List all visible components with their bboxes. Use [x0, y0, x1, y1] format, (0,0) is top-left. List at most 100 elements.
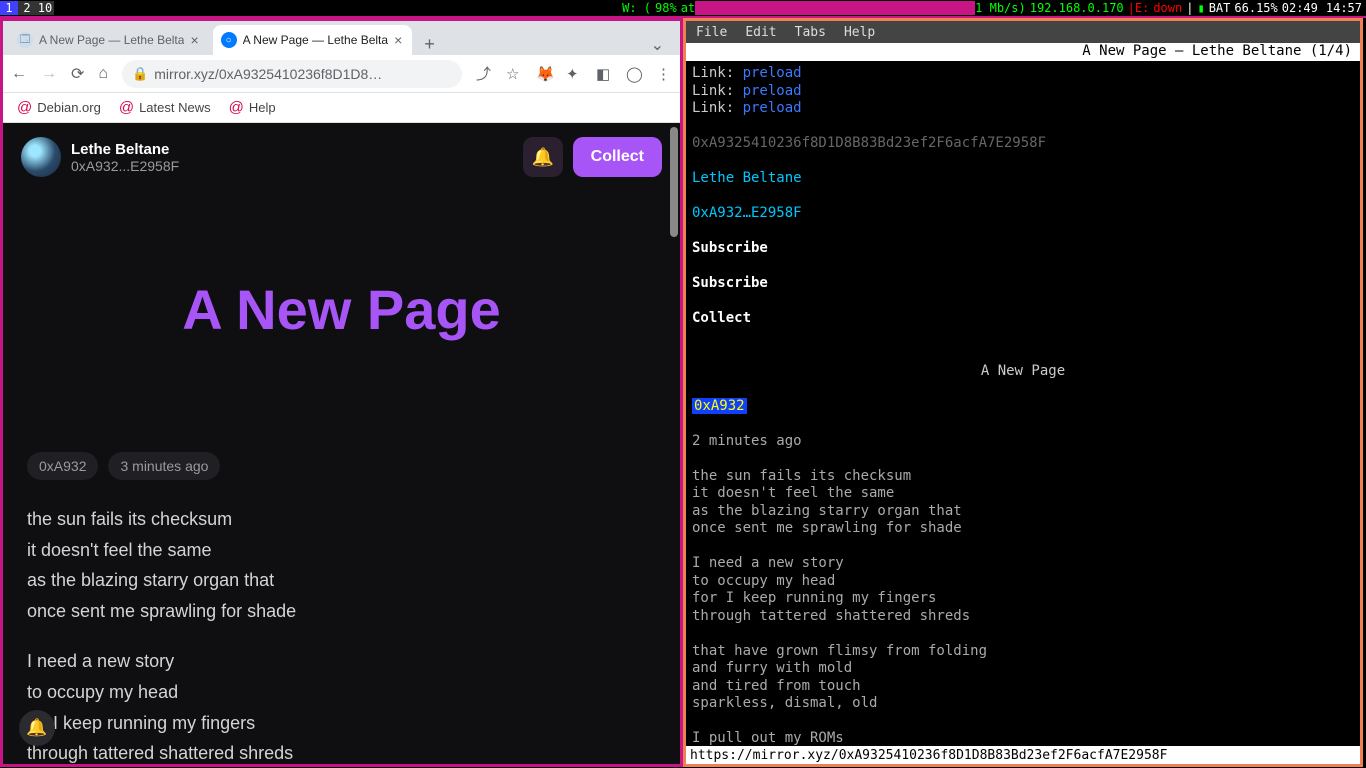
bell-icon: 🔔 [26, 718, 47, 738]
workspace-2[interactable]: 2 [18, 1, 36, 15]
scrollbar-thumb[interactable] [670, 127, 678, 237]
poem-line: and furry with mold [692, 660, 1354, 678]
reload-icon[interactable]: ⟳ [71, 64, 84, 84]
battery-pct: 66.15% [1234, 1, 1277, 15]
article-header: Lethe Beltane 0xA932...E2958F 🔔 Collect [3, 137, 680, 177]
debian-icon: @ [119, 99, 134, 116]
eth-label: |E: [1128, 1, 1150, 15]
ip-address: 192.168.0.170 [1030, 1, 1124, 15]
poem-line: as the blazing starry organ that [27, 565, 656, 596]
bookmarks-bar: @ Debian.org @ Latest News @ Help [3, 93, 680, 123]
workspace-10[interactable]: 10 [36, 1, 54, 15]
stanza: the sun fails its checksum it doesn't fe… [27, 504, 656, 626]
timestamp-chip: 3 minutes ago [108, 452, 220, 480]
wifi-pct: 98% [655, 1, 677, 15]
poem-line: for I keep running my fingers [692, 590, 1354, 608]
poem-line: it doesn't feel the same [692, 485, 1354, 503]
browser-tab-0[interactable]: 🗔 A New Page — Lethe Belta × [9, 25, 209, 55]
address-chip[interactable]: 0xA932 [27, 452, 98, 480]
menu-file[interactable]: File [696, 25, 727, 40]
poem-line: that have grown flimsy from folding [692, 643, 1354, 661]
poem-line: I pull out my ROMs [692, 730, 1354, 746]
sidepanel-icon[interactable]: ◧ [596, 65, 612, 83]
text-content[interactable]: Link: preload Link: preload Link: preloa… [686, 61, 1360, 746]
tab-dropdown-icon[interactable]: ⌄ [641, 35, 674, 55]
subscribe-text[interactable]: Subscribe [692, 275, 1354, 293]
eth-status: down [1153, 1, 1182, 15]
poem-line: to occupy my head [27, 677, 656, 708]
home-icon[interactable]: ⌂ [98, 65, 108, 83]
taskbar: 1 2 10 W: ( 98% at 1 Mb/s) 192.168.0.170… [0, 0, 1366, 18]
link-label: Link: [692, 100, 743, 116]
collect-text[interactable]: Collect [692, 310, 1354, 328]
divider: | [1186, 1, 1193, 15]
poem-line: once sent me sprawling for shade [692, 520, 1354, 538]
scrollbar[interactable] [668, 123, 680, 764]
avatar[interactable] [21, 137, 61, 177]
workspace-1[interactable]: 1 [0, 1, 18, 15]
bookmark-help[interactable]: @ Help [229, 99, 276, 116]
tab-strip: 🗔 A New Page — Lethe Belta × ○ A New Pag… [3, 21, 680, 55]
chromium-window: 🗔 A New Page — Lethe Belta × ○ A New Pag… [0, 18, 683, 767]
menu-icon[interactable]: ⋮ [656, 65, 672, 83]
back-icon[interactable]: ← [11, 65, 27, 83]
subscribe-button[interactable]: 🔔 [523, 137, 563, 177]
forward-icon[interactable]: → [41, 65, 57, 83]
bell-icon: 🔔 [531, 147, 553, 168]
poem-line: once sent me sprawling for shade [27, 596, 656, 627]
timestamp: 2 minutes ago [692, 433, 1354, 451]
tab-title: A New Page — Lethe Belta [243, 33, 388, 47]
poem-line: I need a new story [692, 555, 1354, 573]
star-icon[interactable]: ☆ [506, 65, 522, 83]
metamask-icon[interactable]: 🦊 [536, 65, 552, 83]
lock-icon[interactable]: 🔒 [132, 66, 148, 82]
selected-address[interactable]: 0xA932 [692, 398, 747, 414]
bookmark-debian[interactable]: @ Debian.org [17, 99, 101, 116]
poem-line: and tired from touch [692, 678, 1354, 696]
poem-line: sparkless, dismal, old [692, 695, 1354, 713]
poem-body: the sun fails its checksum it doesn't fe… [3, 480, 680, 764]
wifi-prefix: W: ( [622, 1, 651, 15]
menu-edit[interactable]: Edit [745, 25, 776, 40]
poem-line: the sun fails its checksum [27, 504, 656, 535]
net-speed: 1 Mb/s) [975, 1, 1026, 15]
author-link[interactable]: Lethe Beltane [692, 170, 802, 186]
floating-notifications-button[interactable]: 🔔 [19, 710, 55, 746]
menu-help[interactable]: Help [844, 25, 875, 40]
browser-toolbar: ← → ⟳ ⌂ 🔒 mirror.xyz/0xA9325410236f8D1D8… [3, 55, 680, 93]
bookmark-label: Help [249, 100, 276, 115]
wifi-ssid-hidden [695, 1, 975, 15]
text-browser-window: File Edit Tabs Help A New Page — Lethe B… [683, 18, 1363, 767]
debian-icon: @ [17, 99, 32, 116]
preload-link[interactable]: preload [743, 100, 802, 116]
close-icon[interactable]: × [190, 32, 198, 48]
page-content: Lethe Beltane 0xA932...E2958F 🔔 Collect … [3, 123, 680, 764]
preload-link[interactable]: preload [743, 83, 802, 99]
subscribe-text[interactable]: Subscribe [692, 240, 1354, 258]
link-label: Link: [692, 83, 743, 99]
url-text: mirror.xyz/0xA9325410236f8D1D8… [154, 66, 452, 82]
close-icon[interactable]: × [394, 32, 402, 48]
new-tab-button[interactable]: + [416, 34, 443, 55]
browser-tab-1[interactable]: ○ A New Page — Lethe Belta × [213, 25, 413, 55]
address-link[interactable]: 0xA932…E2958F [692, 205, 802, 221]
uptime: 02:49 [1282, 1, 1318, 15]
bookmark-news[interactable]: @ Latest News [119, 99, 211, 116]
author-name[interactable]: Lethe Beltane [71, 141, 179, 158]
collect-button[interactable]: Collect [573, 137, 662, 177]
extensions-icon[interactable]: ✦ [566, 65, 582, 83]
profile-icon[interactable]: ◯ [626, 65, 642, 83]
clock: 14:57 [1326, 1, 1362, 15]
preload-link[interactable]: preload [743, 65, 802, 81]
bookmark-label: Latest News [139, 100, 211, 115]
url-bar[interactable]: 🔒 mirror.xyz/0xA9325410236f8D1D8… [122, 60, 462, 88]
full-address: 0xA9325410236f8D1D8B83Bd23ef2F6acfA7E295… [692, 135, 1354, 153]
bookmark-label: Debian.org [37, 100, 101, 115]
share-icon[interactable]: ⤴ [476, 63, 492, 84]
favicon-icon: 🗔 [17, 32, 33, 48]
menu-bar: File Edit Tabs Help [686, 21, 1360, 43]
author-address[interactable]: 0xA932...E2958F [71, 158, 179, 174]
wifi-at: at [681, 1, 695, 15]
poem-line: through tattered shattered shreds [692, 608, 1354, 626]
menu-tabs[interactable]: Tabs [795, 25, 826, 40]
